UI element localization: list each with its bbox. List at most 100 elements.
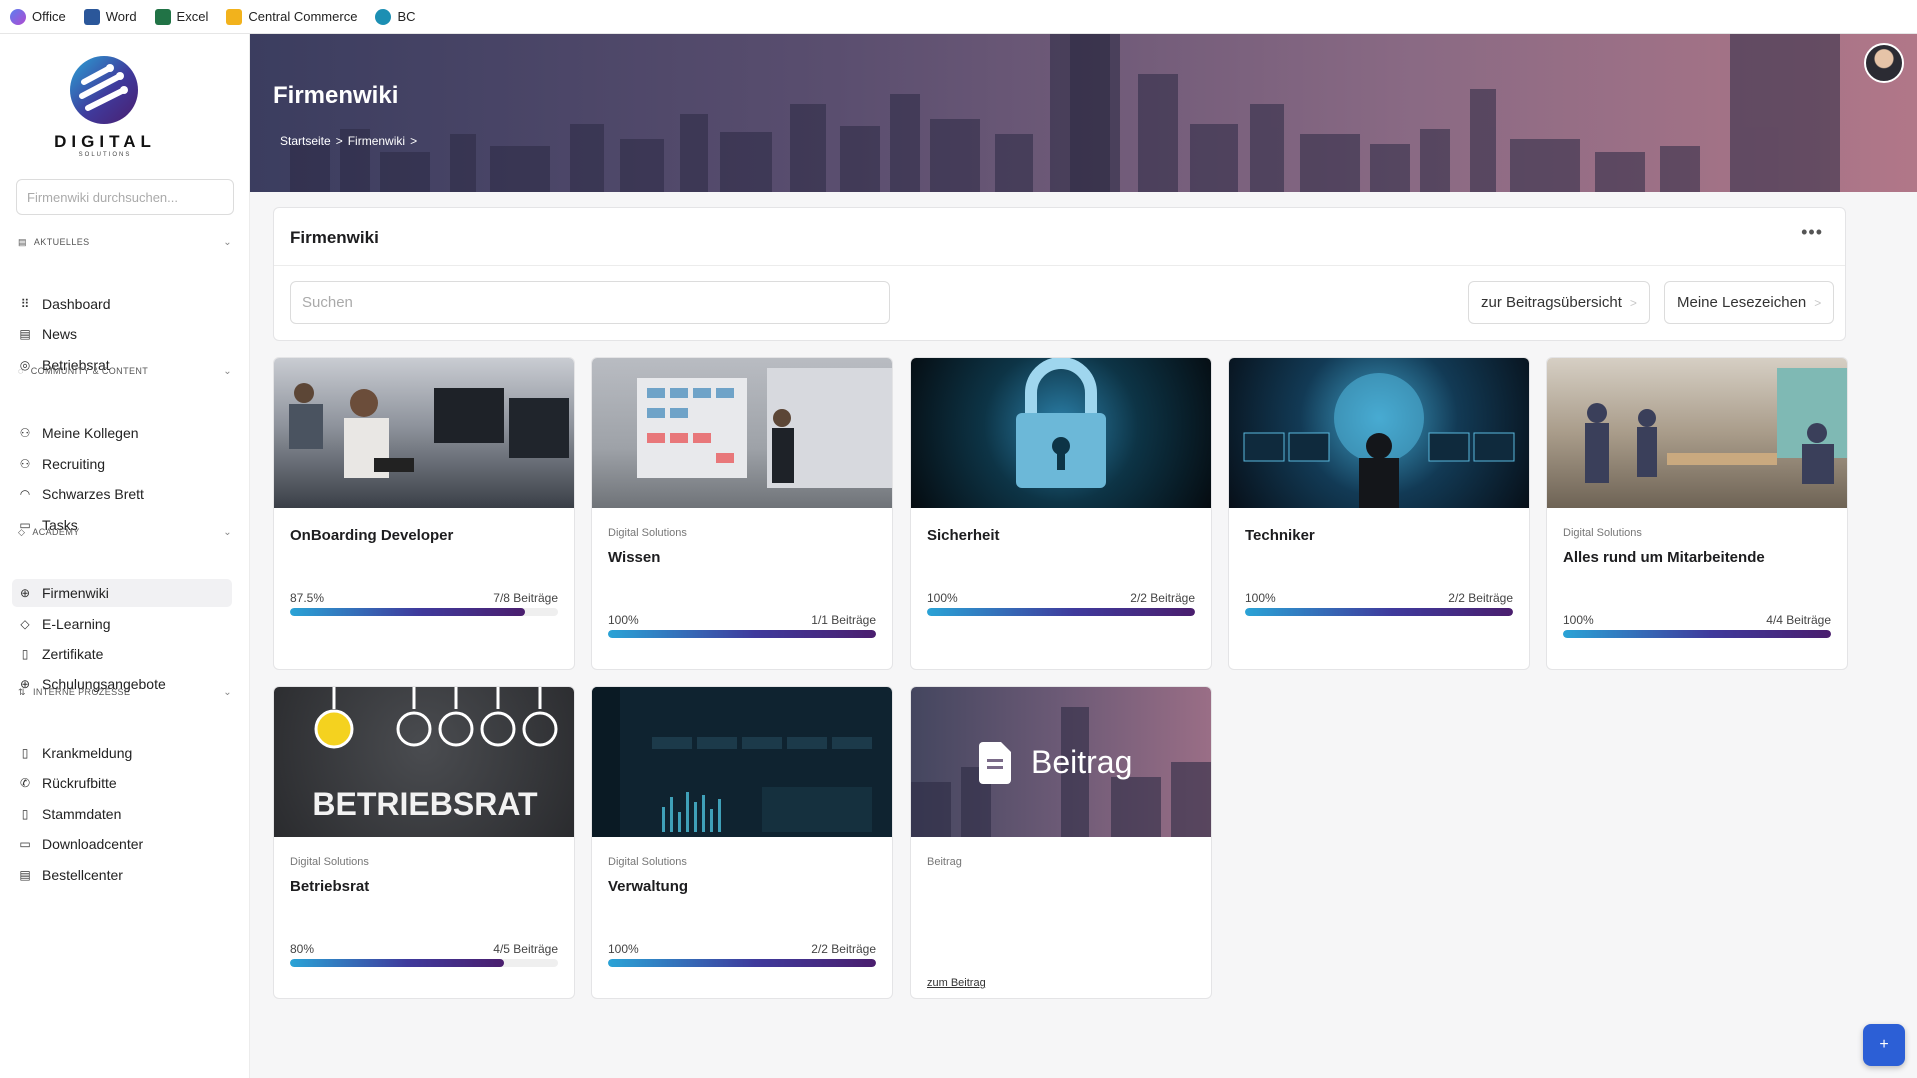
bookmark-office[interactable]: Office bbox=[10, 8, 66, 25]
post-count: 1/1 Beiträge bbox=[811, 613, 876, 627]
card-organisation: Digital Solutions bbox=[290, 856, 369, 868]
section-community-content[interactable]: ◌ COMMUNITY & CONTENT ⌄ bbox=[18, 363, 232, 379]
more-options-icon[interactable]: ••• bbox=[1801, 222, 1823, 243]
progress-percent: 100% bbox=[927, 591, 958, 605]
section-interne-prozesse[interactable]: ⇅ INTERNE PROZESSE ⌄ bbox=[18, 684, 232, 700]
beitragsuebersicht-button[interactable]: zur Beitragsübersicht > bbox=[1468, 281, 1650, 324]
sidebar-item-stammdaten[interactable]: ▯ Stammdaten bbox=[12, 800, 232, 828]
newspaper-icon: ▤ bbox=[19, 327, 31, 341]
card-title: Alles rund um Mitarbeitende bbox=[1563, 549, 1765, 566]
excel-icon bbox=[154, 8, 171, 25]
card-organisation: Digital Solutions bbox=[1563, 527, 1642, 539]
sidebar-item-zertifikate[interactable]: ▯ Zertifikate bbox=[12, 640, 232, 668]
card-wissen[interactable]: Digital Solutions Wissen 100% 1/1 Beiträ… bbox=[591, 357, 893, 670]
card-title: Verwaltung bbox=[608, 878, 689, 895]
bookmark-word[interactable]: Word bbox=[83, 8, 137, 25]
control-room-photo bbox=[1229, 358, 1529, 508]
chevron-down-icon: ⌄ bbox=[223, 526, 232, 538]
post-count: 4/4 Beiträge bbox=[1766, 613, 1831, 627]
card-verwaltung[interactable]: Digital Solutions Verwaltung 100% 2/2 Be… bbox=[591, 686, 893, 999]
progress-bar bbox=[290, 608, 558, 616]
card-beitrag[interactable]: Beitrag Beitrag zum Beitrag bbox=[910, 686, 1212, 999]
sidebar-item-bestellcenter[interactable]: ▤ Bestellcenter bbox=[12, 861, 232, 889]
betriebsrat-bulbs-image: BETRIEBSRAT bbox=[274, 687, 574, 837]
sidebar-search-input[interactable] bbox=[16, 179, 234, 215]
search-input[interactable] bbox=[290, 281, 890, 324]
breadcrumb-separator: > bbox=[335, 134, 343, 148]
zum-beitrag-link[interactable]: zum Beitrag bbox=[927, 977, 986, 989]
logo[interactable]: DIGITAL SOLUTIONS bbox=[40, 52, 180, 164]
card-organisation: Digital Solutions bbox=[608, 856, 687, 868]
sidebar-item-e-learning[interactable]: ◇ E-Learning bbox=[12, 610, 232, 638]
page-title: Firmenwiki bbox=[273, 82, 399, 109]
breadcrumb-startseite[interactable]: Startseite bbox=[280, 134, 331, 148]
post-count: 2/2 Beiträge bbox=[1130, 591, 1195, 605]
office-icon bbox=[10, 8, 26, 25]
progress-percent: 100% bbox=[1245, 591, 1276, 605]
logo-subline: SOLUTIONS bbox=[78, 152, 132, 158]
bookmark-central-commerce[interactable]: Central Commerce bbox=[226, 8, 357, 25]
globe-icon: ⊕ bbox=[19, 586, 31, 600]
sidebar-item-firmenwiki[interactable]: ⊕ Firmenwiki bbox=[12, 579, 232, 607]
sidebar-item-recruiting[interactable]: ⚇ Recruiting bbox=[12, 450, 232, 478]
panel-title: Firmenwiki bbox=[290, 228, 379, 247]
card-onboarding-developer[interactable]: OnBoarding Developer 87.5% 7/8 Beiträge bbox=[273, 357, 575, 670]
post-count: 7/8 Beiträge bbox=[493, 591, 558, 605]
progress-percent: 100% bbox=[1563, 613, 1594, 627]
progress-percent: 87.5% bbox=[290, 591, 325, 605]
graduation-cap-icon: ◇ bbox=[20, 617, 30, 631]
section-aktuelles[interactable]: ▤ AKTUELLES ⌄ bbox=[18, 234, 232, 250]
bookmarks-bar: Office Word Excel Central Commerce BC bbox=[0, 0, 1917, 34]
sidebar-item-news[interactable]: ▤ News bbox=[12, 320, 232, 348]
card-sicherheit[interactable]: Sicherheit 100% 2/2 Beiträge bbox=[910, 357, 1212, 670]
sidebar-item-downloadcenter[interactable]: ▭ Downloadcenter bbox=[12, 830, 232, 858]
process-icon: ⇅ bbox=[18, 686, 26, 697]
progress-bar bbox=[608, 959, 876, 967]
logo-wordmark: DIGITAL bbox=[54, 132, 156, 151]
lesezeichen-button[interactable]: Meine Lesezeichen > bbox=[1664, 281, 1835, 324]
chat-icon: ◌ bbox=[18, 366, 24, 376]
beitrag-image-text: Beitrag bbox=[1031, 744, 1132, 780]
card-organisation: Beitrag bbox=[927, 856, 962, 868]
avatar[interactable] bbox=[1864, 43, 1904, 83]
sidebar-item-krankmeldung[interactable]: ▯ Krankmeldung bbox=[12, 739, 232, 767]
dashboard-screenshot bbox=[592, 687, 892, 837]
post-count: 2/2 Beiträge bbox=[811, 942, 876, 956]
graduation-cap-icon: ◇ bbox=[18, 526, 26, 537]
sidebar-item-meine-kollegen[interactable]: ⚇ Meine Kollegen bbox=[12, 419, 232, 447]
sidebar-item-schwarzes-brett[interactable]: ◠ Schwarzes Brett bbox=[12, 480, 232, 508]
document-icon: ▯ bbox=[21, 746, 29, 760]
skyline-image bbox=[290, 34, 1840, 192]
add-button[interactable]: + bbox=[1863, 1024, 1905, 1066]
document-icon: ▯ bbox=[21, 807, 29, 821]
bc-icon bbox=[375, 8, 392, 25]
folder-icon bbox=[226, 8, 243, 25]
card-techniker[interactable]: Techniker 100% 2/2 Beiträge bbox=[1228, 357, 1530, 670]
divider bbox=[274, 265, 1845, 266]
card-title: OnBoarding Developer bbox=[290, 527, 454, 544]
firmenwiki-panel: Firmenwiki ••• zur Beitragsübersicht > M… bbox=[273, 207, 1846, 341]
breadcrumb-firmenwiki[interactable]: Firmenwiki bbox=[348, 134, 405, 148]
sidebar-item-rueckrufbitte[interactable]: ✆ Rückrufbitte bbox=[12, 769, 232, 797]
logo-mark-icon bbox=[70, 56, 138, 124]
sidebar-item-dashboard[interactable]: ⠿ Dashboard bbox=[12, 290, 232, 318]
security-lock-photo bbox=[911, 358, 1211, 508]
chevron-right-icon: > bbox=[1814, 295, 1822, 310]
breadcrumb: Startseite > Firmenwiki > bbox=[280, 134, 417, 148]
card-alles-rund-um-mitarbeitende[interactable]: Digital Solutions Alles rund um Mitarbei… bbox=[1546, 357, 1848, 670]
sidebar: DIGITAL SOLUTIONS ▤ AKTUELLES ⌄ ⠿Dashboa… bbox=[0, 34, 250, 1078]
progress-bar bbox=[1563, 630, 1831, 638]
phone-icon: ✆ bbox=[19, 776, 31, 790]
card-title: Techniker bbox=[1245, 527, 1315, 544]
chevron-down-icon: ⌄ bbox=[223, 236, 232, 248]
progress-bar bbox=[927, 608, 1195, 616]
progress-percent: 80% bbox=[290, 942, 315, 956]
betriebsrat-image-text: BETRIEBSRAT bbox=[312, 786, 538, 822]
progress-percent: 100% bbox=[608, 942, 639, 956]
breadcrumb-separator: > bbox=[410, 134, 418, 148]
card-betriebsrat[interactable]: BETRIEBSRAT Digital Solutions Betriebsra… bbox=[273, 686, 575, 999]
bookmark-bc[interactable]: BC bbox=[375, 8, 416, 25]
section-academy[interactable]: ◇ ACADEMY ⌄ bbox=[18, 524, 232, 540]
card-title: Sicherheit bbox=[927, 527, 1000, 544]
bookmark-excel[interactable]: Excel bbox=[154, 8, 208, 25]
